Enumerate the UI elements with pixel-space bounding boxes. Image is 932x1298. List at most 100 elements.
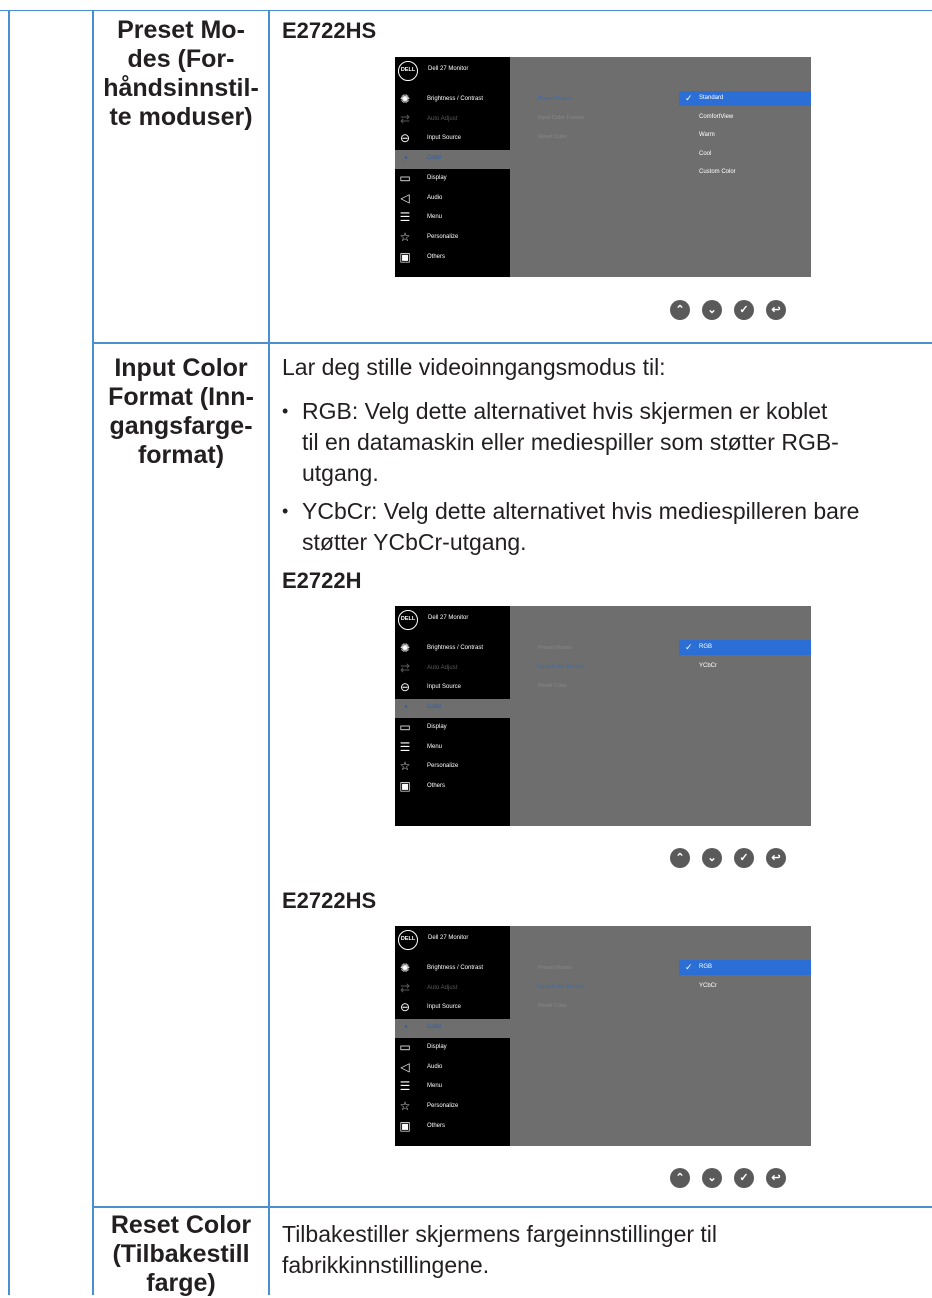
osd-option[interactable]: ✓ RGB <box>679 960 811 975</box>
osd-menu-item[interactable]: ◔ Color <box>395 150 510 170</box>
osd-menu-item[interactable]: ☰ Menu <box>395 739 510 758</box>
osd-menu-item[interactable]: ⊖ Input Source <box>395 130 510 149</box>
osd-menu-label: Input Source <box>427 135 462 142</box>
table-col1-border <box>92 10 94 1295</box>
osd-option[interactable]: YCbCr <box>679 659 811 674</box>
brightness-icon: ✺ <box>399 641 411 655</box>
osd-submenu-item[interactable]: Input Color Format <box>538 984 584 990</box>
osd-menu-item[interactable]: ◁ Audio <box>395 1059 510 1078</box>
checkmark-icon[interactable]: ✓ <box>734 300 754 320</box>
osd-submenu-item[interactable]: Input Color Format <box>538 115 584 121</box>
osd-submenu-item[interactable]: Preset Modes <box>538 965 572 971</box>
row-divider-1 <box>92 342 932 344</box>
osd-submenu-item[interactable]: Preset Modes <box>538 645 572 651</box>
label-line: (Tilbakestill <box>112 1240 250 1268</box>
auto-adjust-icon: ⇄ <box>399 660 411 675</box>
osd-option[interactable]: ✓ Standard <box>679 91 811 106</box>
audio-icon: ◁ <box>400 190 410 205</box>
osd-menu-item[interactable]: ◁ Audio <box>395 190 510 209</box>
osd-menu-label: Brightness / Contrast <box>427 96 484 102</box>
osd-nav-buttons: ⌃ ⌄ ✓ ↩ <box>670 300 815 322</box>
label-line: Format (Inn- <box>108 383 254 411</box>
osd-menu-item[interactable]: ☆ Personalize <box>395 229 510 248</box>
osd-menu-label: Auto Adjust <box>427 984 458 991</box>
osd-menu-item[interactable]: ☆ Personalize <box>395 758 510 777</box>
osd-menu-item[interactable]: ▭ Display <box>395 1039 510 1058</box>
back-icon[interactable]: ↩ <box>766 848 786 868</box>
osd-menu-item[interactable]: ◔ Color <box>395 1019 510 1039</box>
table-left-border <box>8 10 10 1295</box>
checkmark-icon[interactable]: ✓ <box>734 848 754 868</box>
chevron-down-icon[interactable]: ⌄ <box>702 848 722 868</box>
osd-menu-label: Color <box>427 155 442 162</box>
label-line: håndsinnstil- <box>103 74 259 102</box>
bullet-line: YCbCr: Velg dette alternativet hvis medi… <box>302 496 922 527</box>
osd-menu-item[interactable]: ⇄ Auto Adjust <box>395 111 510 130</box>
chevron-up-icon[interactable]: ⌃ <box>670 300 690 320</box>
bullet-line-text: Velg dette alternativet hvis mediespille… <box>383 498 860 524</box>
osd-menu-item[interactable]: ⊖ Input Source <box>395 999 510 1018</box>
osd-menu-label: Input Source <box>427 684 462 691</box>
checkmark-icon: ✓ <box>685 962 693 972</box>
osd-nav-buttons: ⌃ ⌄ ✓ ↩ <box>670 848 815 870</box>
checkmark-icon[interactable]: ✓ <box>734 1168 754 1188</box>
osd-option[interactable]: ✓ RGB <box>679 640 811 655</box>
osd-menu-item[interactable]: ▭ Display <box>395 170 510 189</box>
color-icon: ◔ <box>401 1020 409 1035</box>
back-icon[interactable]: ↩ <box>766 300 786 320</box>
osd-menu-item[interactable]: ✺ Brightness / Contrast <box>395 640 510 659</box>
back-icon[interactable]: ↩ <box>766 1168 786 1188</box>
star-icon: ☆ <box>399 1098 411 1113</box>
label-line: Preset Mo- <box>117 16 245 44</box>
osd-submenu-item[interactable]: Reset Color <box>538 1003 567 1009</box>
chevron-up-icon[interactable]: ⌃ <box>670 848 690 868</box>
osd-menu-item[interactable]: ✺ Brightness / Contrast <box>395 960 510 979</box>
osd-menu-label: Input Source <box>427 1004 462 1011</box>
osd-option-label: Cool <box>699 150 712 157</box>
osd-submenu-item[interactable]: Reset Color <box>538 683 567 689</box>
osd-menu-item[interactable]: ☆ Personalize <box>395 1098 510 1117</box>
osd-submenu-item[interactable]: Reset Color <box>538 134 567 140</box>
osd-option[interactable]: ComfortView <box>679 110 811 125</box>
label-line: te moduser) <box>109 103 253 131</box>
osd-menu-item[interactable]: ⇄ Auto Adjust <box>395 980 510 999</box>
osd-option[interactable]: Custom Color <box>679 165 811 180</box>
label-line: des (For- <box>127 45 235 73</box>
osd-option[interactable]: Warm <box>679 128 811 143</box>
osd-submenu-item[interactable]: Input Color Format <box>538 664 584 670</box>
osd-option[interactable]: YCbCr <box>679 979 811 994</box>
osd-menu-item[interactable]: ⇄ Auto Adjust <box>395 660 510 679</box>
osd-menu-label: Others <box>427 253 446 260</box>
checkmark-icon: ✓ <box>685 642 693 652</box>
osd-menu-label: Others <box>427 782 446 789</box>
bullet-text: YCbCr: Velg dette alternativet hvis medi… <box>302 496 922 558</box>
osd-menu-label: Menu <box>427 1083 443 1090</box>
osd-menu-item[interactable]: ☰ Menu <box>395 209 510 228</box>
osd-menu-item[interactable]: ▣ Others <box>395 249 510 268</box>
brightness-icon: ✺ <box>399 961 411 975</box>
osd-menu-item[interactable]: ▣ Others <box>395 778 510 797</box>
input-source-icon: ⊖ <box>399 1000 411 1015</box>
osd-menu-item[interactable]: ⊖ Input Source <box>395 679 510 698</box>
osd-menu-item[interactable]: ☰ Menu <box>395 1078 510 1097</box>
osd-menu-item[interactable]: ▭ Display <box>395 719 510 738</box>
chevron-down-icon[interactable]: ⌄ <box>702 1168 722 1188</box>
osd-menu-label: Display <box>427 1043 447 1050</box>
table-col2-border <box>268 10 270 1295</box>
chevron-up-icon[interactable]: ⌃ <box>670 1168 690 1188</box>
osd-option-label: Warm <box>699 132 715 138</box>
osd-menu-item[interactable]: ✺ Brightness / Contrast <box>395 91 510 110</box>
osd-option[interactable]: Cool <box>679 147 811 162</box>
osd-menu-label: Menu <box>427 743 443 750</box>
bullet-line-text: støtter YCbCr-utgang. <box>302 529 527 555</box>
osd-input-color-format-e2722h: DELL Dell 27 Monitor ✺ Brightness / Contras… <box>395 606 811 826</box>
bullet-key: RGB: <box>302 398 359 424</box>
display-icon: ▭ <box>399 1039 411 1054</box>
chevron-down-icon[interactable]: ⌄ <box>702 300 722 320</box>
osd-preset-modes: DELL Dell 27 Monitor ✺ Brightness / Contras… <box>395 57 811 277</box>
osd-menu-item[interactable]: ◔ Color <box>395 699 510 719</box>
menu-icon: ☰ <box>399 1079 411 1094</box>
osd-menu-item[interactable]: ▣ Others <box>395 1118 510 1137</box>
osd-submenu-item[interactable]: Preset Modes <box>538 96 572 102</box>
osd-title-text: Dell 27 Monitor <box>428 615 469 621</box>
